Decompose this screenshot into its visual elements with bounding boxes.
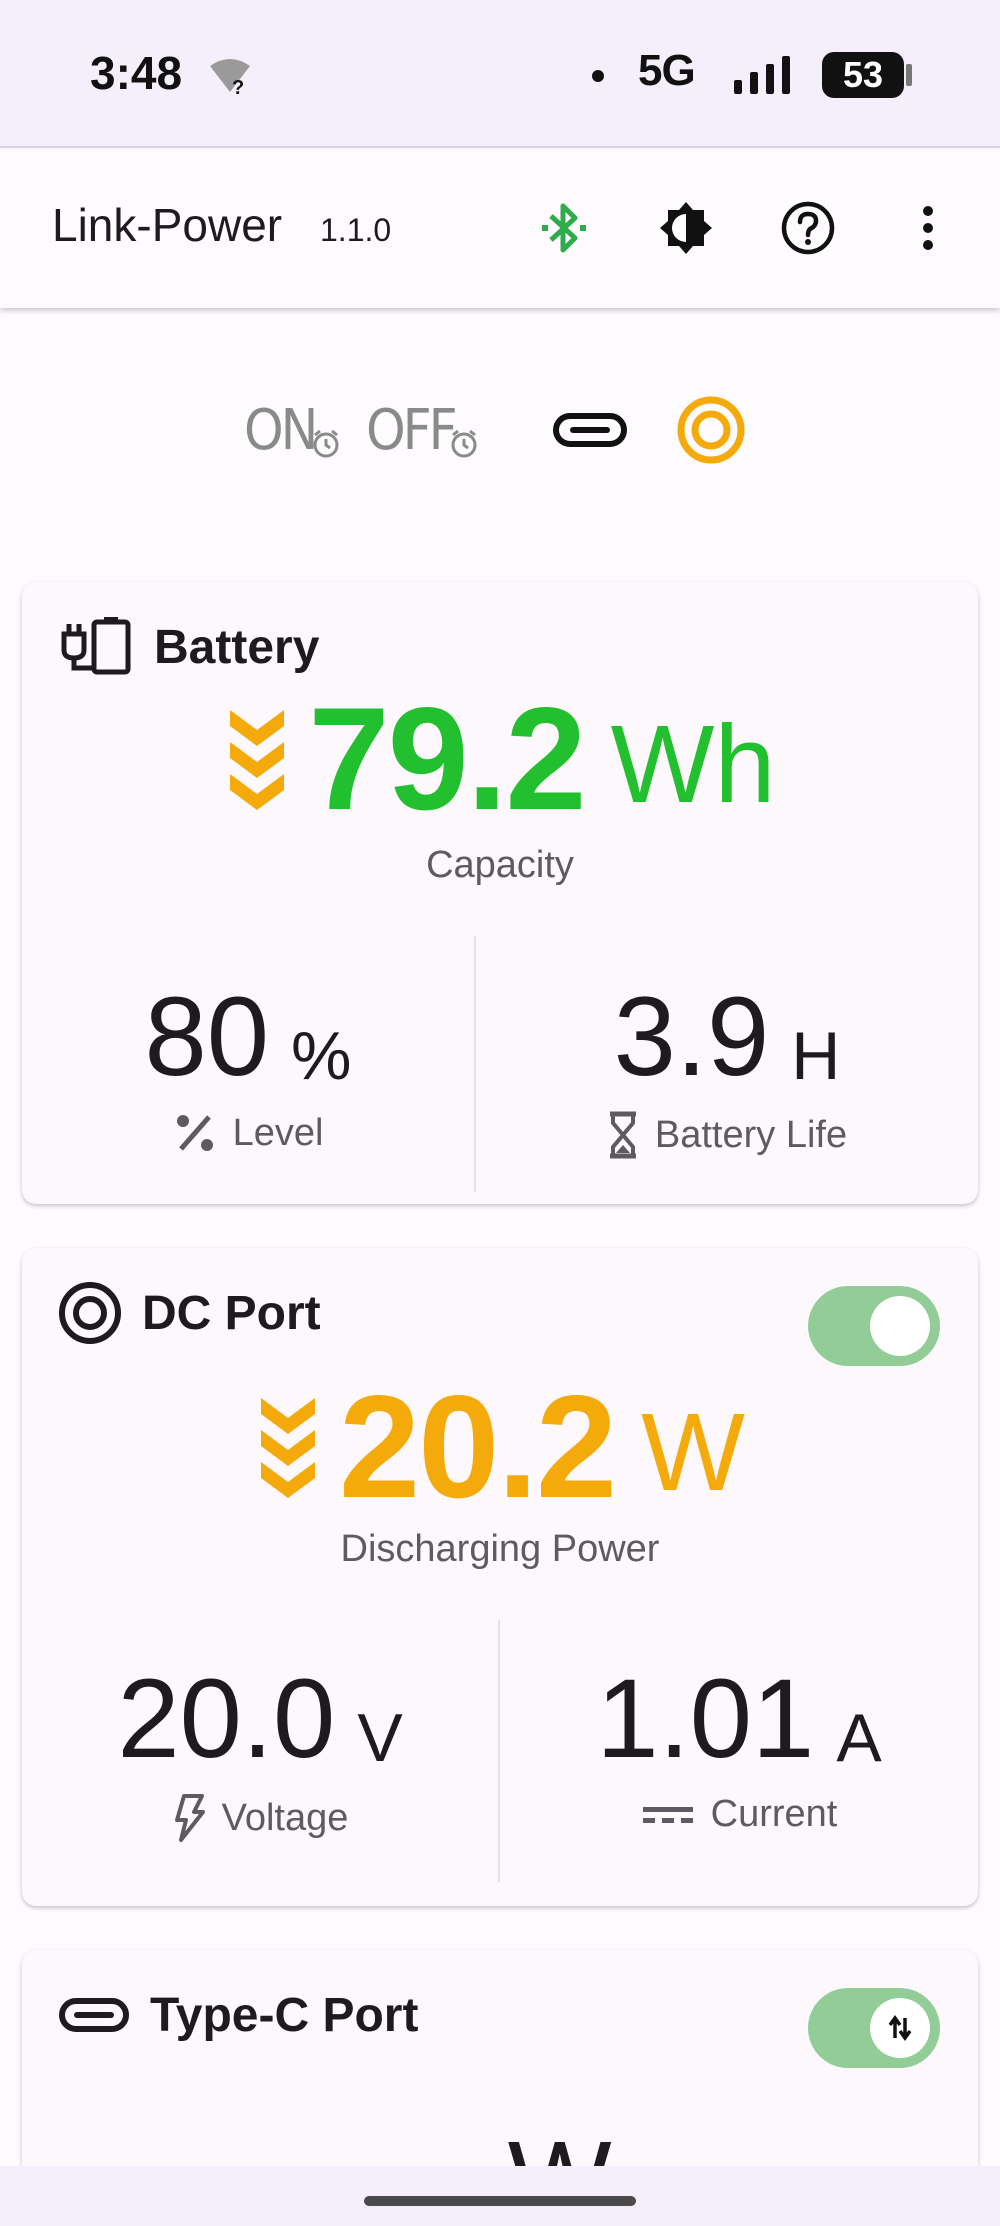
chevrons-down-icon [230, 710, 285, 810]
dc-card-title: DC Port [142, 1286, 321, 1340]
voltage-label: Voltage [221, 1796, 349, 1839]
network-type: 5G [638, 46, 696, 95]
capacity-display: 79.2 Wh [22, 677, 978, 840]
battery-life-value: 3.9 [613, 974, 770, 1099]
current-stat: 1.01 A Current [500, 1654, 978, 1836]
voltage-value: 20.0 [117, 1656, 336, 1781]
swap-vert-icon [888, 2014, 912, 2042]
battery-card-title: Battery [154, 620, 320, 674]
bluetooth-icon [542, 203, 586, 253]
voltage-unit: V [357, 1700, 403, 1776]
hourglass-icon [609, 1111, 636, 1159]
capacity-value: 79.2 [308, 677, 586, 840]
off-timer-label: OFF [366, 397, 458, 463]
dc-card-header: DC Port [58, 1278, 321, 1348]
theme-button[interactable] [650, 192, 722, 264]
toggle-knob [870, 1998, 930, 2058]
battery-card-header: Battery [58, 612, 319, 682]
bolt-icon [174, 1794, 205, 1842]
battery-life-label: Battery Life [654, 1113, 848, 1156]
usb-c-mode-button[interactable] [552, 390, 628, 470]
typec-card-title: Type-C Port [150, 1988, 419, 2042]
level-stat: 80 % Level [22, 972, 474, 1155]
on-timer-label: ON [244, 397, 318, 463]
off-timer-button[interactable]: OFF [366, 390, 479, 470]
app-version: 1.1.0 [320, 212, 392, 248]
gesture-handle[interactable] [364, 2196, 636, 2206]
typec-card-header: Type-C Port [58, 1980, 418, 2050]
battery-life-stat: 3.9 H Battery Life [476, 972, 978, 1159]
dc-power-value: 20.2 [339, 1365, 617, 1528]
typec-port-toggle[interactable] [808, 1988, 940, 2068]
help-button[interactable] [772, 192, 844, 264]
battery-icon: 53 [822, 52, 904, 98]
usb-c-icon [553, 413, 627, 447]
voltage-stat: 20.0 V Voltage [22, 1654, 498, 1843]
dc-port-icon [59, 1282, 121, 1344]
capacity-label: Capacity [426, 844, 574, 886]
notification-dot [592, 70, 604, 82]
capacity-unit: Wh [610, 703, 776, 826]
usb-c-icon [59, 1998, 129, 2032]
chevrons-down-icon [261, 1398, 315, 1498]
more-button[interactable] [892, 192, 964, 264]
dc-power-display: 20.2 W [22, 1365, 978, 1528]
gesture-nav-bar [0, 2166, 1000, 2226]
status-bar: 3:48 ? 5G 53 [0, 0, 1000, 148]
dc-port-toggle[interactable] [808, 1286, 940, 1366]
on-timer-icon [313, 429, 339, 458]
dc-mode-button[interactable] [676, 390, 746, 470]
wifi-question-icon: ? [210, 59, 250, 96]
battery-percent: 53 [842, 54, 884, 95]
battery-charging-icon [61, 617, 131, 675]
current-value: 1.01 [596, 1656, 815, 1781]
current-unit: A [836, 1700, 882, 1776]
battery-nub [906, 64, 912, 86]
dc-port-card: DC Port 20.2 W Discharging Power 20.0 V … [22, 1248, 978, 1906]
dc-power-unit: W [641, 1391, 745, 1514]
battery-card: Battery 79.2 Wh Capacity 80 % Level 3.9 [22, 582, 978, 1204]
app-bar: Link-Power 1.1.0 [0, 150, 1000, 308]
bluetooth-button[interactable] [528, 192, 600, 264]
level-label: Level [232, 1111, 324, 1154]
on-timer-button[interactable]: ON [244, 390, 341, 470]
direct-current-icon [642, 1806, 693, 1823]
more-vert-icon [923, 206, 933, 250]
level-value: 80 [144, 974, 270, 1099]
battery-life-unit: H [791, 1018, 841, 1094]
percent-icon [176, 1115, 213, 1151]
status-time: 3:48 [90, 47, 183, 99]
toggle-knob [870, 1296, 930, 1356]
current-label: Current [710, 1793, 838, 1835]
signal-icon [734, 56, 790, 94]
help-icon [781, 201, 835, 255]
mode-row: ON OFF [0, 390, 1000, 470]
dc-port-icon [677, 396, 745, 464]
app-title: Link-Power [52, 199, 283, 251]
dc-power-label: Discharging Power [340, 1528, 660, 1570]
level-unit: % [291, 1018, 352, 1094]
svg-text:?: ? [232, 77, 244, 96]
off-timer-icon [451, 429, 477, 458]
brightness-icon [660, 202, 712, 254]
